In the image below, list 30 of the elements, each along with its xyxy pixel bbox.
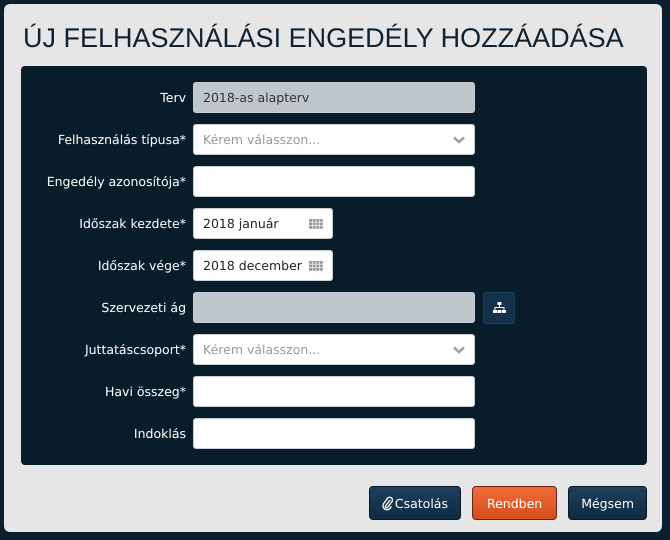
dropdown-placeholder: Kérem válasszon...	[203, 132, 320, 147]
input-field[interactable]	[193, 376, 475, 407]
field-label: Indoklás	[132, 426, 186, 441]
field-label: Időszak vége*	[96, 258, 186, 273]
org-tree-button[interactable]	[483, 292, 515, 324]
input-field[interactable]	[193, 418, 475, 449]
date-value: 2018 január	[203, 216, 279, 231]
attach-button[interactable]: Csatolás	[368, 486, 461, 520]
chevron-down-icon	[453, 136, 465, 144]
ok-button[interactable]: Rendben	[472, 486, 558, 520]
field-label: Felhasználás típusa*	[56, 132, 186, 147]
calendar-grid-icon	[309, 218, 323, 228]
field-label: Terv	[159, 90, 186, 105]
input-field[interactable]	[193, 166, 475, 197]
field-label: Időszak kezdete*	[78, 216, 186, 231]
readonly-field: 2018-as alapterv	[193, 82, 475, 113]
cancel-button[interactable]: Mégsem	[568, 486, 647, 520]
date-field[interactable]: 2018 január	[193, 208, 333, 239]
field-label: Havi összeg*	[104, 384, 186, 399]
paperclip-icon	[382, 496, 393, 510]
field-label: Szervezeti ág	[100, 300, 186, 315]
dropdown-placeholder: Kérem válasszon...	[203, 342, 320, 357]
hierarchy-icon	[492, 302, 506, 313]
date-field[interactable]: 2018 december	[193, 250, 333, 281]
chevron-down-icon	[453, 346, 465, 354]
field-label: Engedély azonosítója*	[46, 174, 186, 189]
date-value: 2018 december	[203, 258, 302, 273]
calendar-grid-icon	[309, 260, 323, 270]
field-label: Juttatáscsoport*	[83, 342, 186, 357]
dialog-title: ÚJ FELHASZNÁLÁSI ENGEDÉLY HOZZÁADÁSA	[23, 22, 624, 55]
